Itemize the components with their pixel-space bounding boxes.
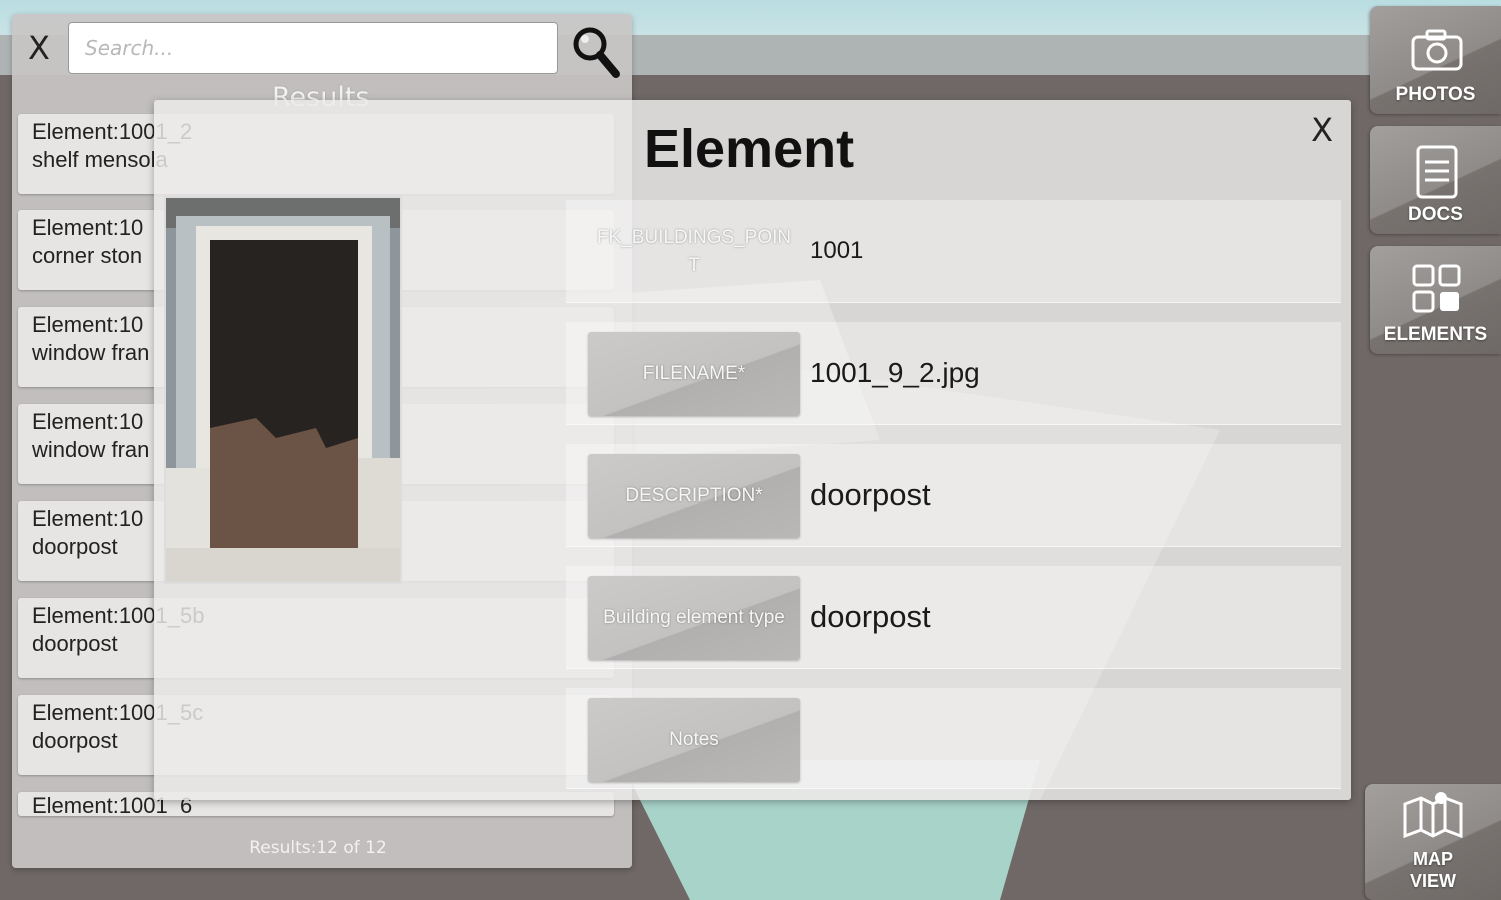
field-label: FK_BUILDINGS_POINT	[596, 227, 792, 276]
map-view-label: MAP VIEW	[1409, 849, 1456, 891]
search-button[interactable]	[570, 24, 622, 80]
results-count: Results:12 of 12	[249, 838, 387, 858]
field-row-building-element-type: Building element type doorpost	[566, 566, 1341, 669]
field-row-fk-buildings-point: FK_BUILDINGS_POINT 1001	[566, 200, 1341, 303]
docs-button[interactable]: DOCS	[1370, 126, 1501, 234]
map-view-button[interactable]: MAP VIEW	[1365, 784, 1501, 900]
dialog-title: Element	[644, 119, 855, 179]
docs-label: DOCS	[1408, 204, 1463, 225]
field-value[interactable]: doorpost	[810, 566, 931, 668]
field-label: Building element type	[588, 576, 800, 660]
element-dialog: X Element FK_BUILDINGS_POINT 1001 FILENA…	[154, 100, 1351, 800]
field-value[interactable]: doorpost	[810, 444, 931, 546]
map-icon	[1403, 792, 1463, 839]
dialog-close-button[interactable]: X	[1311, 112, 1333, 148]
field-row-description: DESCRIPTION* doorpost	[566, 444, 1341, 547]
search-close-button[interactable]: X	[28, 30, 50, 66]
photos-button[interactable]: PHOTOS	[1370, 6, 1501, 114]
field-value[interactable]: 1001	[810, 200, 863, 302]
search-input[interactable]	[68, 22, 558, 74]
field-label: Notes	[588, 698, 800, 782]
field-label: DESCRIPTION*	[588, 454, 800, 538]
field-row-notes: Notes	[566, 688, 1341, 789]
elements-label: ELEMENTS	[1383, 324, 1488, 345]
field-row-filename: FILENAME* 1001_9_2.jpg	[566, 322, 1341, 425]
field-value[interactable]: 1001_9_2.jpg	[810, 322, 980, 424]
field-label: FILENAME*	[588, 332, 800, 416]
photos-label: PHOTOS	[1395, 84, 1476, 105]
elements-button[interactable]: ELEMENTS	[1370, 246, 1501, 354]
search-icon	[573, 27, 620, 78]
camera-icon	[1411, 29, 1463, 71]
document-icon	[1416, 145, 1458, 199]
grid-icon	[1412, 264, 1461, 313]
doorway-photo-image	[166, 198, 400, 582]
element-photo[interactable]	[164, 196, 402, 584]
